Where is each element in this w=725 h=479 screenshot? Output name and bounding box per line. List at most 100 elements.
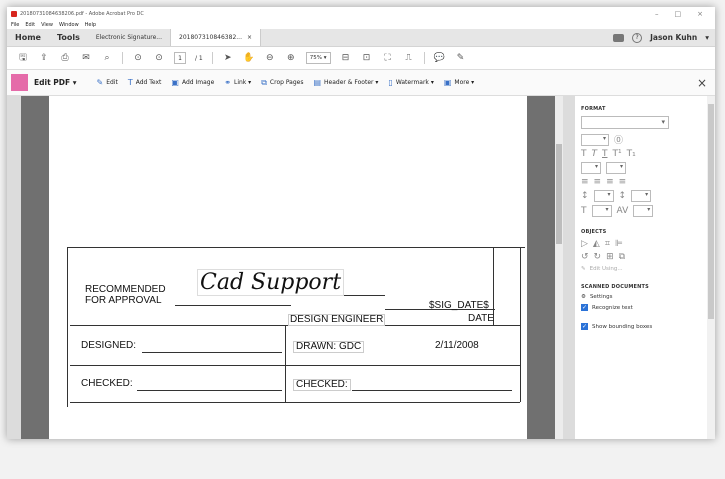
edit-using-dropdown[interactable]: ✎ Edit Using...: [581, 266, 709, 272]
edit-pdf-title[interactable]: Edit PDF ▾: [34, 78, 77, 87]
link-button[interactable]: ⚭ Link ▾: [224, 78, 251, 87]
full-screen-icon[interactable]: ⛶: [382, 53, 394, 63]
subscript-icon[interactable]: T₁: [627, 149, 636, 159]
add-text-button-label: Add Text: [135, 79, 162, 86]
hand-icon[interactable]: ✋: [243, 53, 255, 63]
bold-t-icon[interactable]: T: [581, 149, 587, 159]
page-number-input[interactable]: 1: [174, 52, 186, 64]
pdf-page[interactable]: RECOMMENDED FOR APPROVAL Cad Support $SI…: [49, 96, 527, 439]
add-text-button[interactable]: T Add Text: [128, 78, 162, 87]
maximize-button[interactable]: □: [675, 10, 682, 18]
replace-image-icon[interactable]: ⊞: [606, 252, 614, 262]
tab-document[interactable]: 201807310846382... ×: [170, 29, 261, 46]
drawn-date-field[interactable]: 2/11/2008: [435, 341, 479, 351]
para-spacing-icon[interactable]: ↕: [619, 191, 627, 201]
align-left-icon[interactable]: ≡: [581, 177, 589, 187]
search-icon[interactable]: ⌕: [101, 53, 113, 63]
menu-window[interactable]: Window: [59, 22, 79, 28]
underline-t-icon[interactable]: T: [602, 149, 608, 159]
close-window-button[interactable]: ×: [697, 10, 703, 18]
justify-icon[interactable]: ≡: [619, 177, 627, 187]
superscript-icon[interactable]: T¹: [613, 149, 622, 159]
comment-icon[interactable]: 💬: [434, 53, 446, 63]
scale-icon[interactable]: T: [581, 206, 587, 216]
header-footer-button-label: Header & Footer ▾: [324, 79, 379, 86]
font-color-icon[interactable]: ⓪: [614, 133, 623, 146]
char-spacing-dropdown[interactable]: [633, 205, 654, 217]
recognize-text-checkbox[interactable]: ✓ Recognize text: [581, 304, 709, 311]
right-pane-toggle[interactable]: [563, 96, 575, 439]
header-footer-button[interactable]: ▤ Header & Footer ▾: [313, 78, 378, 87]
fit-page-icon[interactable]: ⊡: [361, 53, 373, 63]
flip-horizontal-icon[interactable]: ◭: [593, 239, 600, 249]
font-size-dropdown[interactable]: [581, 133, 609, 146]
user-chevron-icon[interactable]: ▾: [705, 33, 709, 42]
panel-scrollbar[interactable]: [707, 96, 715, 439]
group-icon[interactable]: ⧉: [619, 252, 625, 262]
crop-image-icon[interactable]: ⌗: [605, 239, 610, 249]
signature-field[interactable]: Cad Support: [197, 269, 345, 296]
menu-help[interactable]: Help: [85, 22, 96, 28]
menu-view[interactable]: View: [41, 22, 53, 28]
help-icon[interactable]: ?: [632, 32, 643, 43]
link-button-label: Link ▾: [233, 79, 252, 86]
settings-label: Settings: [589, 294, 613, 300]
zoom-in-icon[interactable]: ⊕: [285, 53, 297, 63]
watermark-button[interactable]: ▯ Watermark ▾: [388, 78, 433, 87]
window-controls: – □ ×: [655, 10, 715, 18]
edit-button[interactable]: ✎ Edit: [97, 78, 118, 87]
rotate-left-icon[interactable]: ↺: [581, 252, 589, 262]
panel-scrollbar-thumb[interactable]: [708, 104, 714, 319]
zoom-out-icon[interactable]: ⊖: [264, 53, 276, 63]
tab-tools[interactable]: Tools: [49, 29, 88, 46]
print-icon[interactable]: ⎙: [59, 53, 71, 63]
bullet-list-dropdown[interactable]: [581, 162, 601, 174]
crop-pages-button[interactable]: ⧉ Crop Pages: [261, 78, 303, 88]
sig-date-field[interactable]: $SIG_DATE$: [429, 301, 489, 311]
more-button[interactable]: ▣ More ▾: [444, 78, 474, 87]
font-family-dropdown[interactable]: [581, 116, 669, 129]
user-name[interactable]: Jason Kuhn: [650, 33, 697, 42]
fit-width-icon[interactable]: ⊟: [340, 53, 352, 63]
menu-file[interactable]: File: [11, 22, 19, 28]
prev-page-icon[interactable]: ⊙: [132, 53, 144, 63]
save-icon[interactable]: 🖫: [17, 50, 29, 66]
numbered-list-dropdown[interactable]: [606, 162, 626, 174]
tab-close-icon[interactable]: ×: [247, 34, 252, 41]
flip-vertical-icon[interactable]: ▷: [581, 239, 588, 249]
menu-edit[interactable]: Edit: [25, 22, 35, 28]
tab-home[interactable]: Home: [7, 29, 49, 46]
drawn-field[interactable]: DRAWN: GDC: [293, 341, 365, 353]
stamp-icon[interactable]: ⎍: [403, 53, 415, 63]
rotate-right-icon[interactable]: ↻: [594, 252, 602, 262]
settings-button[interactable]: ⚙ Settings: [581, 294, 709, 300]
next-page-icon[interactable]: ⊙: [153, 53, 165, 63]
upload-icon[interactable]: ⇪: [38, 53, 50, 63]
para-spacing-dropdown[interactable]: [631, 190, 652, 202]
add-image-button[interactable]: ▣ Add Image: [171, 78, 214, 87]
scale-dropdown[interactable]: [591, 205, 612, 217]
document-scrollbar[interactable]: [555, 96, 563, 439]
main-toolbar: 🖫 ⇪ ⎙ ✉ ⌕ ⊙ ⊙ 1 / 1 ➤ ✋ ⊖ ⊕ 75% ▾ ⊟ ⊡ ⛶ …: [7, 47, 715, 70]
tab-electronic-signature[interactable]: Electronic Signature...: [88, 29, 170, 46]
line-spacing-icon[interactable]: ↕: [581, 191, 589, 201]
align-right-icon[interactable]: ≡: [606, 177, 614, 187]
left-pane-collapsed[interactable]: [7, 96, 21, 439]
zoom-dropdown[interactable]: 75% ▾: [305, 52, 331, 64]
char-spacing-icon[interactable]: AV: [617, 206, 629, 216]
gear-icon: ⚙: [581, 294, 586, 300]
show-bounding-boxes-checkbox[interactable]: ✓ Show bounding boxes: [581, 323, 709, 330]
align-center-icon[interactable]: ≡: [594, 177, 602, 187]
arrange-icon[interactable]: ⊫: [615, 239, 623, 249]
italic-t-icon[interactable]: T: [592, 149, 598, 159]
zoom-value: 75%: [309, 55, 322, 61]
line-spacing-dropdown[interactable]: [593, 190, 614, 202]
select-cursor-icon[interactable]: ➤: [222, 53, 234, 63]
minimize-button[interactable]: –: [655, 10, 659, 18]
document-scrollbar-thumb[interactable]: [556, 144, 562, 244]
close-edit-pdf-icon[interactable]: ×: [697, 76, 707, 90]
pen-icon[interactable]: ✎: [455, 53, 467, 63]
chat-icon[interactable]: [613, 33, 625, 42]
spacing-row: ↕ ↕: [581, 190, 709, 202]
email-icon[interactable]: ✉: [80, 53, 92, 63]
